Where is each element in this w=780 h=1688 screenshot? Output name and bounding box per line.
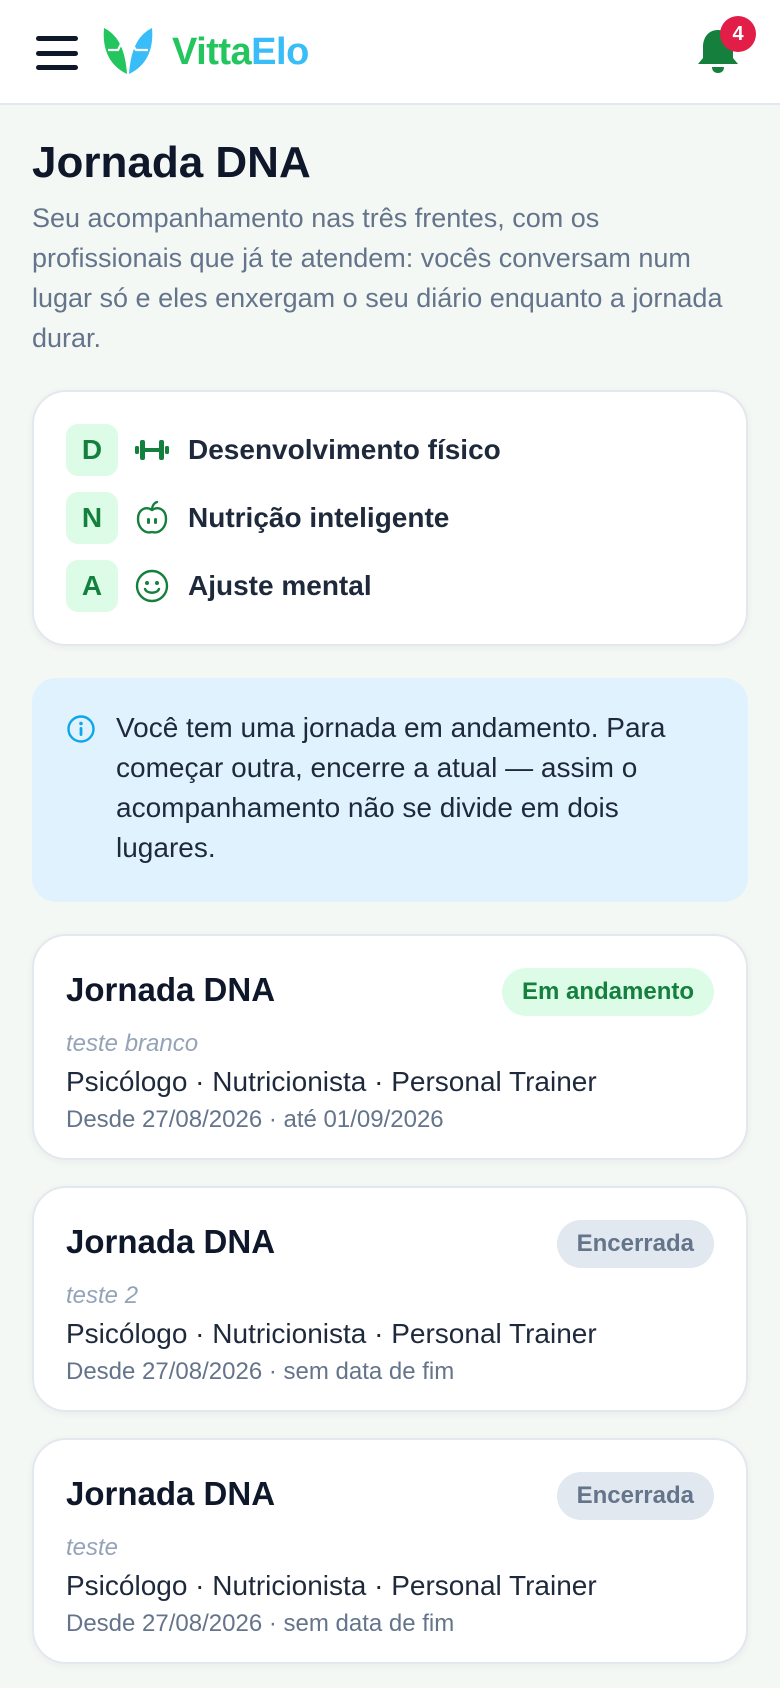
dumbbell-icon [135, 440, 169, 460]
vittaelo-logo-icon [103, 28, 153, 74]
brand-name-part1: Vitta [172, 31, 252, 73]
pillar-row-mental: A Ajuste mental [66, 560, 372, 612]
journey-card[interactable]: Jornada DNA Encerrada teste Psicólogo · … [32, 1438, 748, 1664]
pillar-label: Nutrição inteligente [188, 502, 450, 533]
journey-note: teste branco [66, 1030, 199, 1057]
status-badge: Encerrada [556, 1472, 714, 1520]
pillar-label: Desenvolvimento físico [188, 434, 501, 465]
smile-icon [135, 569, 169, 603]
top-bar: VittaElo 4 [0, 0, 780, 105]
pillar-row-physical: D Desenvolvimento físico [66, 424, 501, 476]
brand-name[interactable]: VittaElo [172, 30, 309, 74]
info-icon [67, 715, 95, 743]
notice-text: Você tem uma jornada em andamento. Para … [116, 712, 666, 863]
journey-professionals: Psicólogo · Nutricionista · Personal Tra… [66, 1066, 597, 1097]
pillar-letter: A [66, 560, 118, 612]
journey-professionals: Psicólogo · Nutricionista · Personal Tra… [66, 1570, 597, 1601]
pillar-letter: D [66, 424, 118, 476]
status-badge: Em andamento [501, 968, 714, 1016]
journey-note: teste [66, 1534, 119, 1561]
journey-card[interactable]: Jornada DNA Em andamento teste branco Ps… [32, 934, 748, 1160]
page-subtitle: Seu acompanhamento nas três frentes, com… [32, 203, 723, 353]
dna-pillars-card: D Desenvolvimento físico N Nutrição inte… [32, 390, 748, 646]
pillar-letter: N [66, 492, 118, 544]
notification-badge: 4 [720, 16, 756, 52]
apple-icon [136, 500, 168, 534]
pillar-row-nutrition: N Nutrição inteligente [66, 492, 449, 544]
menu-icon[interactable] [36, 36, 78, 70]
journey-note: teste 2 [66, 1282, 139, 1309]
pillar-label: Ajuste mental [188, 570, 372, 601]
journey-dates: Desde 27/08/2026 · sem data de fim [66, 1358, 455, 1385]
active-journey-notice: Você tem uma jornada em andamento. Para … [32, 678, 748, 902]
journey-professionals: Psicólogo · Nutricionista · Personal Tra… [66, 1318, 597, 1349]
page-title: Jornada DNA [32, 138, 311, 187]
brand-name-part2: Elo [251, 31, 309, 73]
journey-dates: Desde 27/08/2026 · sem data de fim [66, 1610, 455, 1637]
journey-title: Jornada DNA [66, 1223, 276, 1260]
journey-title: Jornada DNA [66, 1475, 276, 1512]
journey-dates: Desde 27/08/2026 · até 01/09/2026 [66, 1106, 444, 1133]
status-badge: Encerrada [556, 1220, 714, 1268]
journey-card[interactable]: Jornada DNA Encerrada teste 2 Psicólogo … [32, 1186, 748, 1412]
journey-title: Jornada DNA [66, 971, 276, 1008]
